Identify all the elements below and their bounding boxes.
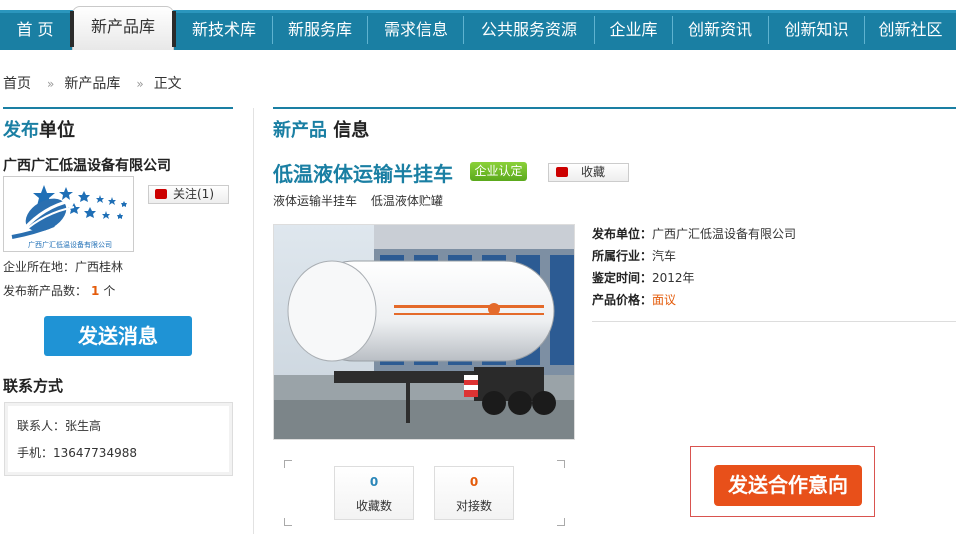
contact-box: 联系人：张生高 手机：13647734988	[4, 402, 233, 476]
contact-title: 联系方式	[3, 377, 64, 395]
follow-button[interactable]: 关注(1)	[148, 185, 229, 204]
breadcrumb: 首页» 新产品库» 正文	[3, 76, 182, 92]
favorites-count[interactable]: 0 收藏数	[334, 466, 414, 520]
product-info: 发布单位：广西广汇低温设备有限公司 所属行业：汽车 鉴定时间：2012年 产品价…	[592, 226, 796, 314]
tag-item[interactable]: 液体运输半挂车	[273, 194, 357, 208]
send-cooperation-button[interactable]: 发送合作意向	[714, 465, 862, 506]
nav-item-new-products[interactable]: 新产品库	[70, 6, 176, 50]
nav-item-home[interactable]: 首 页	[0, 10, 70, 50]
right-header-line	[273, 107, 956, 109]
nav-item-enterprises[interactable]: 企业库	[595, 10, 672, 50]
tag-item[interactable]: 低温液体贮罐	[371, 194, 443, 208]
product-count: 发布新产品数： 1 个	[3, 284, 116, 298]
info-row-price: 产品价格：面议	[592, 293, 677, 307]
breadcrumb-new-products[interactable]: 新产品库	[64, 76, 120, 92]
column-divider	[253, 108, 254, 534]
product-tags: 液体运输半挂车 低温液体贮罐	[273, 192, 453, 209]
heart-plus-icon	[155, 189, 167, 199]
product-photo[interactable]	[273, 224, 575, 440]
info-row-industry: 所属行业：汽车	[592, 249, 677, 263]
nav-item-demand[interactable]: 需求信息	[369, 10, 463, 50]
info-row-publisher: 发布单位：广西广汇低温设备有限公司	[592, 227, 797, 241]
main-nav: 首 页 新产品库 新技术库 新服务库 需求信息 公共服务资源 企业库 创新资讯 …	[0, 0, 956, 50]
company-location: 企业所在地：广西桂林	[3, 260, 124, 274]
connections-count[interactable]: 0 对接数	[434, 466, 514, 520]
product-section-title: 新产品 信息	[273, 120, 370, 141]
info-divider	[592, 321, 956, 322]
left-header-line	[3, 107, 233, 109]
contact-person: 联系人：张生高	[17, 419, 102, 433]
heart-plus-icon	[556, 167, 568, 177]
contact-phone: 手机：13647734988	[17, 446, 137, 460]
breadcrumb-home[interactable]: 首页	[3, 76, 31, 92]
company-name[interactable]: 广西广汇低温设备有限公司	[3, 155, 171, 175]
publisher-section-title: 发布单位	[3, 120, 75, 141]
nav-item-new-services[interactable]: 新服务库	[276, 10, 364, 50]
certified-badge: 企业认定	[470, 162, 527, 181]
send-message-button[interactable]: 发送消息	[44, 316, 192, 356]
nav-item-community[interactable]: 创新社区	[865, 10, 956, 50]
product-name: 低温液体运输半挂车	[273, 162, 453, 186]
nav-item-knowledge[interactable]: 创新知识	[769, 10, 864, 50]
info-row-appraisal-time: 鉴定时间：2012年	[592, 271, 695, 285]
company-logo[interactable]: 广西广汇低温设备有限公司	[3, 176, 134, 252]
nav-item-news[interactable]: 创新资讯	[673, 10, 767, 50]
favorite-button[interactable]: 收藏	[548, 163, 629, 182]
nav-item-public-services[interactable]: 公共服务资源	[464, 10, 594, 50]
breadcrumb-current: 正文	[153, 76, 182, 92]
nav-item-new-tech[interactable]: 新技术库	[180, 10, 268, 50]
svg-text:广西广汇低温设备有限公司: 广西广汇低温设备有限公司	[28, 240, 112, 249]
